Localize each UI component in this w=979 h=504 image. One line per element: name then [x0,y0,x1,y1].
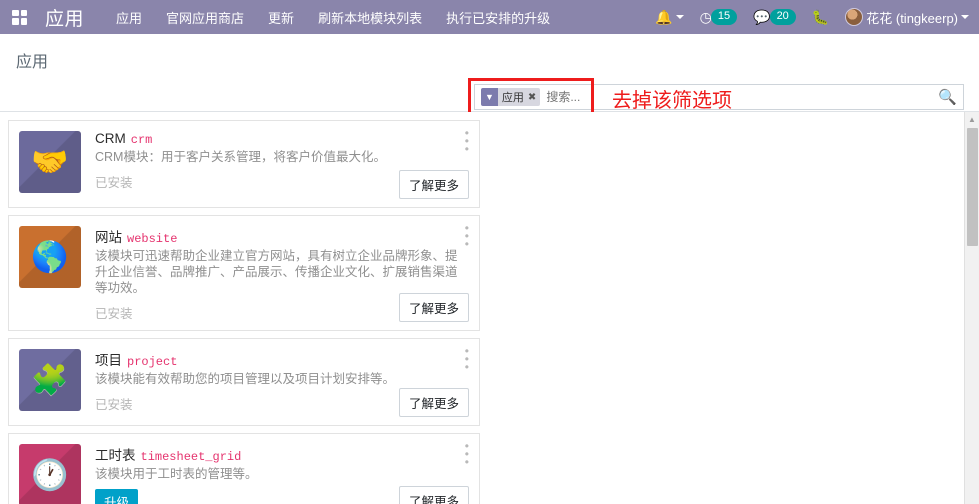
user-name-label: 花花 (tingkeerp) [866,10,958,26]
app-card-body: • • • 网站 website 该模块可迅速帮助企业建立官方网站，具有树立企业品牌形象、… [95,222,469,322]
app-technical-name: timesheet_grid [140,450,242,464]
nav-item-update[interactable]: 更新 [268,8,294,27]
learn-more-button[interactable]: 了解更多 [398,293,469,322]
installed-status-label: 已安装 [95,307,133,321]
notifications-bell-button[interactable]: 🔔 [655,9,684,25]
app-brand-title: 应用 [45,8,85,30]
app-icon-glyph: 🕐 [31,458,69,492]
bug-icon: 🐛 [811,9,830,25]
clock-icon: 🕐 [19,444,81,504]
app-title-text: 工时表 [95,448,136,463]
app-card[interactable]: 🧩 • • • 项目 project 该模块能有效帮助您的项目管理以及项目计划安排等。 已安装… [8,338,480,426]
app-technical-name: website [127,232,178,246]
app-card-body: • • • 工时表 timesheet_grid 该模块用于工时表的管理等。 升级 了解更多 [95,440,469,504]
app-card[interactable]: 🕐 • • • 工时表 timesheet_grid 该模块用于工时表的管理等。 升级 了解更多 [8,433,480,504]
search-input[interactable] [546,90,935,104]
app-card-body: • • • 项目 project 该模块能有效帮助您的项目管理以及项目计划安排等。 已安装 了… [95,345,469,417]
nav-item-app-store[interactable]: 官网应用商店 [166,8,244,27]
app-card-description: 该模块可迅速帮助企业建立官方网站，具有树立企业品牌形象、提升企业信誉、品牌推广、… [95,249,458,295]
vertical-scrollbar[interactable]: ▲ [964,112,979,504]
app-card-description: 该模块用于工时表的管理等。 [95,467,258,481]
app-title-text: 网站 [95,230,122,245]
app-icon-glyph: 🌎 [31,240,69,274]
card-menu-kebab-icon[interactable]: • • • [465,345,469,373]
app-title-text: 项目 [95,353,122,368]
upgrade-button[interactable]: 升级 [95,489,139,504]
navbar-right-tools: 🔔 ◷ 15 💬 20 🐛 花花 (tingkeerp) [655,8,979,27]
learn-more-button[interactable]: 了解更多 [398,388,469,417]
message-count-badge: 20 [769,9,796,25]
card-menu-kebab-icon[interactable]: • • • [465,222,469,250]
globe-icon: 🌎 [19,226,81,288]
scrollbar-thumb[interactable] [967,128,978,246]
kanban-card-grid: 🤝 • • • CRM crm CRM模块：用于客户关系管理，将客户价值最大化。 已安装 了解更… [0,112,958,504]
search-icon[interactable]: 🔍 [938,88,957,106]
app-icon-glyph: 🧩 [31,363,69,397]
app-card-title: CRM crm [95,131,469,147]
navbar-menu: 应用 官网应用商店 更新 刷新本地模块列表 执行已安排的升级 [116,8,550,27]
avatar [845,8,864,26]
app-card-body: • • • CRM crm CRM模块：用于客户关系管理，将客户价值最大化。 已安装 了解更多 [95,127,469,199]
activities-button[interactable]: ◷ 15 [700,9,738,25]
activity-count-badge: 15 [710,9,738,25]
top-navbar: 应用 应用 官网应用商店 更新 刷新本地模块列表 执行已安排的升级 🔔 ◷ 15… [0,0,979,34]
scroll-up-arrow-icon[interactable]: ▲ [965,112,979,126]
learn-more-button[interactable]: 了解更多 [398,486,469,504]
app-card[interactable]: 🌎 • • • 网站 website 该模块可迅速帮助企业建立官方网站，具有树立企业品牌形象… [8,215,480,331]
filter-icon: ▼ [481,88,498,106]
bell-icon: 🔔 [655,9,673,25]
debug-button[interactable]: 🐛 [812,10,829,24]
puzzle-icon: 🧩 [19,349,81,411]
nav-item-refresh-local-modules[interactable]: 刷新本地模块列表 [318,8,422,27]
app-technical-name: crm [130,133,153,147]
app-technical-name: project [127,355,178,369]
app-card-title: 网站 website [95,226,469,246]
search-facet-label: 应用 [501,92,524,104]
app-card-title: 工时表 timesheet_grid [95,444,469,464]
breadcrumb: 应用 [16,54,49,71]
app-card-description: 该模块能有效帮助您的项目管理以及项目计划安排等。 [95,372,396,386]
card-menu-kebab-icon[interactable]: • • • [465,440,469,468]
nav-item-run-scheduled-upgrades[interactable]: 执行已安排的升级 [446,8,550,27]
installed-status-label: 已安装 [95,398,133,412]
kanban-container: 🤝 • • • CRM crm CRM模块：用于客户关系管理，将客户价值最大化。 已安装 了解更… [0,112,979,504]
search-facet-apps[interactable]: ▼ 应用 ✖ [481,88,541,106]
chevron-down-icon [961,15,969,19]
app-card-description: CRM模块：用于客户关系管理，将客户价值最大化。 [95,150,386,164]
nav-item-apps[interactable]: 应用 [116,8,142,27]
app-icon-glyph: 🤝 [31,145,69,179]
learn-more-button[interactable]: 了解更多 [398,170,469,199]
app-card-title: 项目 project [95,349,469,369]
app-card[interactable]: 🤝 • • • CRM crm CRM模块：用于客户关系管理，将客户价值最大化。 已安装 了解更… [8,120,480,208]
handshake-icon: 🤝 [19,131,81,193]
close-icon[interactable]: ✖ [528,92,536,103]
installed-status-label: 已安装 [95,176,133,190]
card-menu-kebab-icon[interactable]: • • • [465,127,469,155]
apps-grid-icon[interactable] [12,9,27,25]
user-menu-button[interactable]: 花花 (tingkeerp) [845,8,969,27]
annotation-text: 去掉该筛选项 [612,90,732,112]
control-panel: 应用 ▼ 应用 ✖ 🔍 去掉该筛选项 ▼ 筛选 ☰ 分组 ★ [0,34,979,143]
app-title-text: CRM [95,131,126,146]
chat-icon: 💬 [753,9,771,25]
messages-button[interactable]: 💬 20 [753,9,796,25]
chevron-down-icon [675,15,684,19]
